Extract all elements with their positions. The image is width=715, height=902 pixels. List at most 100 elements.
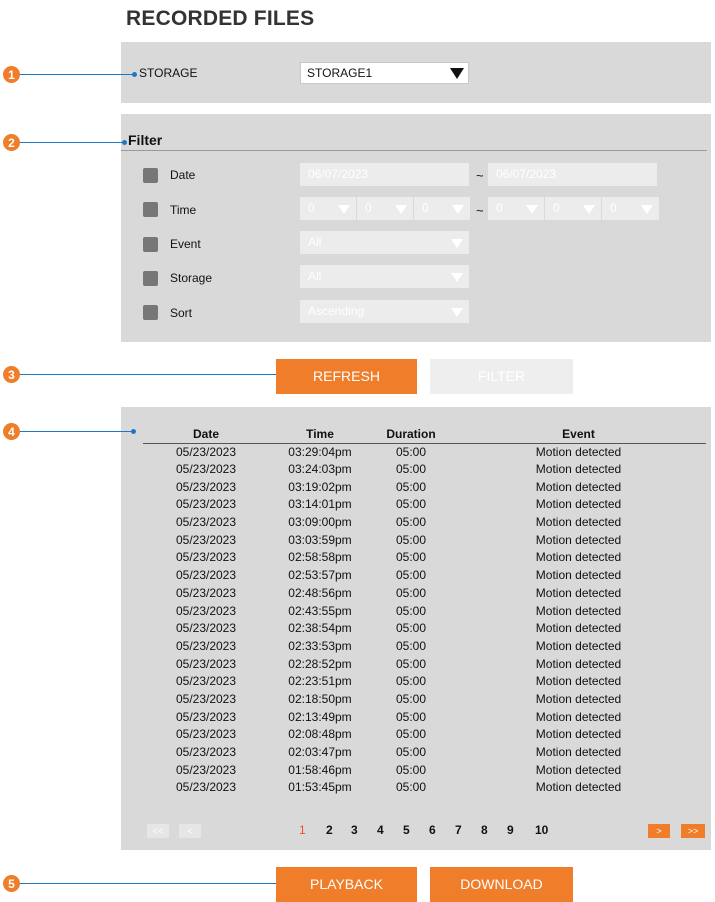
chevron-down-icon [395, 205, 407, 214]
chevron-down-icon [583, 205, 595, 214]
time-column-header: Time [269, 426, 371, 444]
sort-select[interactable]: Ascending [300, 300, 469, 323]
time-cell: 02:53:57pm [288, 568, 352, 583]
first-page-button[interactable]: << [147, 824, 169, 838]
table-row[interactable]: 05/23/2023 03:09:00pm 05:00 Motion detected [143, 514, 706, 532]
time-cell: 02:38:54pm [288, 621, 352, 636]
table-row[interactable]: 05/23/2023 03:14:01pm 05:00 Motion detected [143, 496, 706, 514]
chevron-down-icon [338, 205, 350, 214]
duration-cell: 05:00 [395, 656, 427, 671]
table-header-row: Date Time Duration Event [143, 426, 706, 444]
date-cell: 05/23/2023 [175, 532, 237, 547]
table-row[interactable]: 05/23/2023 02:53:57pm 05:00 Motion detected [143, 567, 706, 585]
callout-4: 4 [3, 423, 20, 440]
time-cell: 02:33:53pm [288, 638, 352, 653]
event-cell: Motion detected [535, 691, 622, 706]
table-row[interactable]: 05/23/2023 02:13:49pm 05:00 Motion detected [143, 708, 706, 726]
playback-button[interactable]: PLAYBACK [276, 867, 417, 902]
event-cell: Motion detected [535, 727, 622, 742]
table-row[interactable]: 05/23/2023 03:24:03pm 05:00 Motion detected [143, 461, 706, 479]
duration-cell: 05:00 [395, 621, 427, 636]
time-cell: 02:43:55pm [288, 603, 352, 618]
table-row[interactable]: 05/23/2023 03:29:04pm 05:00 Motion detected [143, 443, 706, 461]
storage-filter-checkbox[interactable] [143, 271, 158, 286]
event-cell: Motion detected [535, 532, 622, 547]
date-cell: 05/23/2023 [175, 568, 237, 583]
page-link[interactable]: 3 [351, 823, 358, 837]
duration-cell: 05:00 [395, 691, 427, 706]
refresh-button[interactable]: REFRESH [276, 359, 417, 394]
time-cell: 03:19:02pm [288, 479, 352, 494]
filter-divider [121, 150, 707, 151]
page-link[interactable]: 2 [326, 823, 333, 837]
table-row[interactable]: 05/23/2023 03:19:02pm 05:00 Motion detected [143, 478, 706, 496]
event-filter-label: Event [170, 237, 201, 251]
time-cell: 02:18:50pm [288, 691, 352, 706]
table-row[interactable]: 05/23/2023 02:28:52pm 05:00 Motion detected [143, 655, 706, 673]
date-cell: 05/23/2023 [175, 656, 237, 671]
duration-cell: 05:00 [395, 479, 427, 494]
duration-cell: 05:00 [395, 638, 427, 653]
time-cell: 02:23:51pm [288, 674, 352, 689]
sort-filter-checkbox[interactable] [143, 305, 158, 320]
table-row[interactable]: 05/23/2023 02:38:54pm 05:00 Motion detected [143, 620, 706, 638]
chevron-down-icon [451, 239, 463, 248]
table-row[interactable]: 05/23/2023 02:33:53pm 05:00 Motion detected [143, 638, 706, 656]
page-link[interactable]: 7 [455, 823, 462, 837]
event-cell: Motion detected [535, 621, 622, 636]
date-cell: 05/23/2023 [175, 550, 237, 565]
time-cell: 02:08:48pm [288, 727, 352, 742]
table-row[interactable]: 05/23/2023 02:58:58pm 05:00 Motion detected [143, 549, 706, 567]
callout-4-dot [131, 429, 136, 434]
table-row[interactable]: 05/23/2023 02:03:47pm 05:00 Motion detected [143, 744, 706, 762]
table-row[interactable]: 05/23/2023 01:53:45pm 05:00 Motion detected [143, 779, 706, 797]
page-link[interactable]: 5 [403, 823, 410, 837]
page-link[interactable]: 4 [377, 823, 384, 837]
duration-cell: 05:00 [395, 462, 427, 477]
callout-1-dot [132, 72, 137, 77]
date-to-field[interactable]: 06/07/2023 [488, 163, 657, 186]
time-filter-checkbox[interactable] [143, 202, 158, 217]
date-filter-checkbox[interactable] [143, 168, 158, 183]
table-row[interactable]: 05/23/2023 02:23:51pm 05:00 Motion detected [143, 673, 706, 691]
chevron-down-icon [451, 308, 463, 317]
time-cell: 01:58:46pm [288, 762, 352, 777]
table-row[interactable]: 05/23/2023 03:03:59pm 05:00 Motion detected [143, 531, 706, 549]
download-button[interactable]: DOWNLOAD [430, 867, 573, 902]
prev-page-button[interactable]: < [179, 824, 201, 838]
duration-cell: 05:00 [395, 444, 427, 459]
page-link[interactable]: 1 [299, 823, 306, 837]
date-cell: 05/23/2023 [175, 603, 237, 618]
event-cell: Motion detected [535, 550, 622, 565]
date-cell: 05/23/2023 [175, 709, 237, 724]
next-page-button[interactable]: > [648, 824, 670, 838]
table-row[interactable]: 05/23/2023 02:18:50pm 05:00 Motion detected [143, 691, 706, 709]
callout-3-line [20, 374, 302, 375]
filter-button[interactable]: FILTER [430, 359, 573, 394]
event-filter-checkbox[interactable] [143, 237, 158, 252]
page-link[interactable]: 9 [507, 823, 514, 837]
duration-cell: 05:00 [395, 568, 427, 583]
event-cell: Motion detected [535, 674, 622, 689]
page-link[interactable]: 8 [481, 823, 488, 837]
date-column-header: Date [143, 426, 269, 444]
date-cell: 05/23/2023 [175, 479, 237, 494]
page-link[interactable]: 6 [429, 823, 436, 837]
table-row[interactable]: 05/23/2023 01:58:46pm 05:00 Motion detected [143, 761, 706, 779]
page-link[interactable]: 10 [535, 823, 548, 837]
date-cell: 05/23/2023 [175, 515, 237, 530]
event-select[interactable]: All [300, 231, 469, 254]
event-column-header: Event [451, 426, 706, 444]
table-row[interactable]: 05/23/2023 02:43:55pm 05:00 Motion detected [143, 602, 706, 620]
date-from-field[interactable]: 06/07/2023 [300, 163, 469, 186]
time-cell: 02:03:47pm [288, 745, 352, 760]
table-row[interactable]: 05/23/2023 02:08:48pm 05:00 Motion detected [143, 726, 706, 744]
date-cell: 05/23/2023 [175, 444, 237, 459]
last-page-button[interactable]: >> [681, 824, 705, 838]
time-cell: 03:29:04pm [288, 444, 352, 459]
storage-filter-select[interactable]: All [300, 265, 469, 288]
table-row[interactable]: 05/23/2023 02:48:56pm 05:00 Motion detected [143, 585, 706, 603]
filter-title: Filter [128, 132, 163, 148]
time-cell: 02:28:52pm [288, 656, 352, 671]
storage-select[interactable]: STORAGE1 [300, 62, 469, 84]
